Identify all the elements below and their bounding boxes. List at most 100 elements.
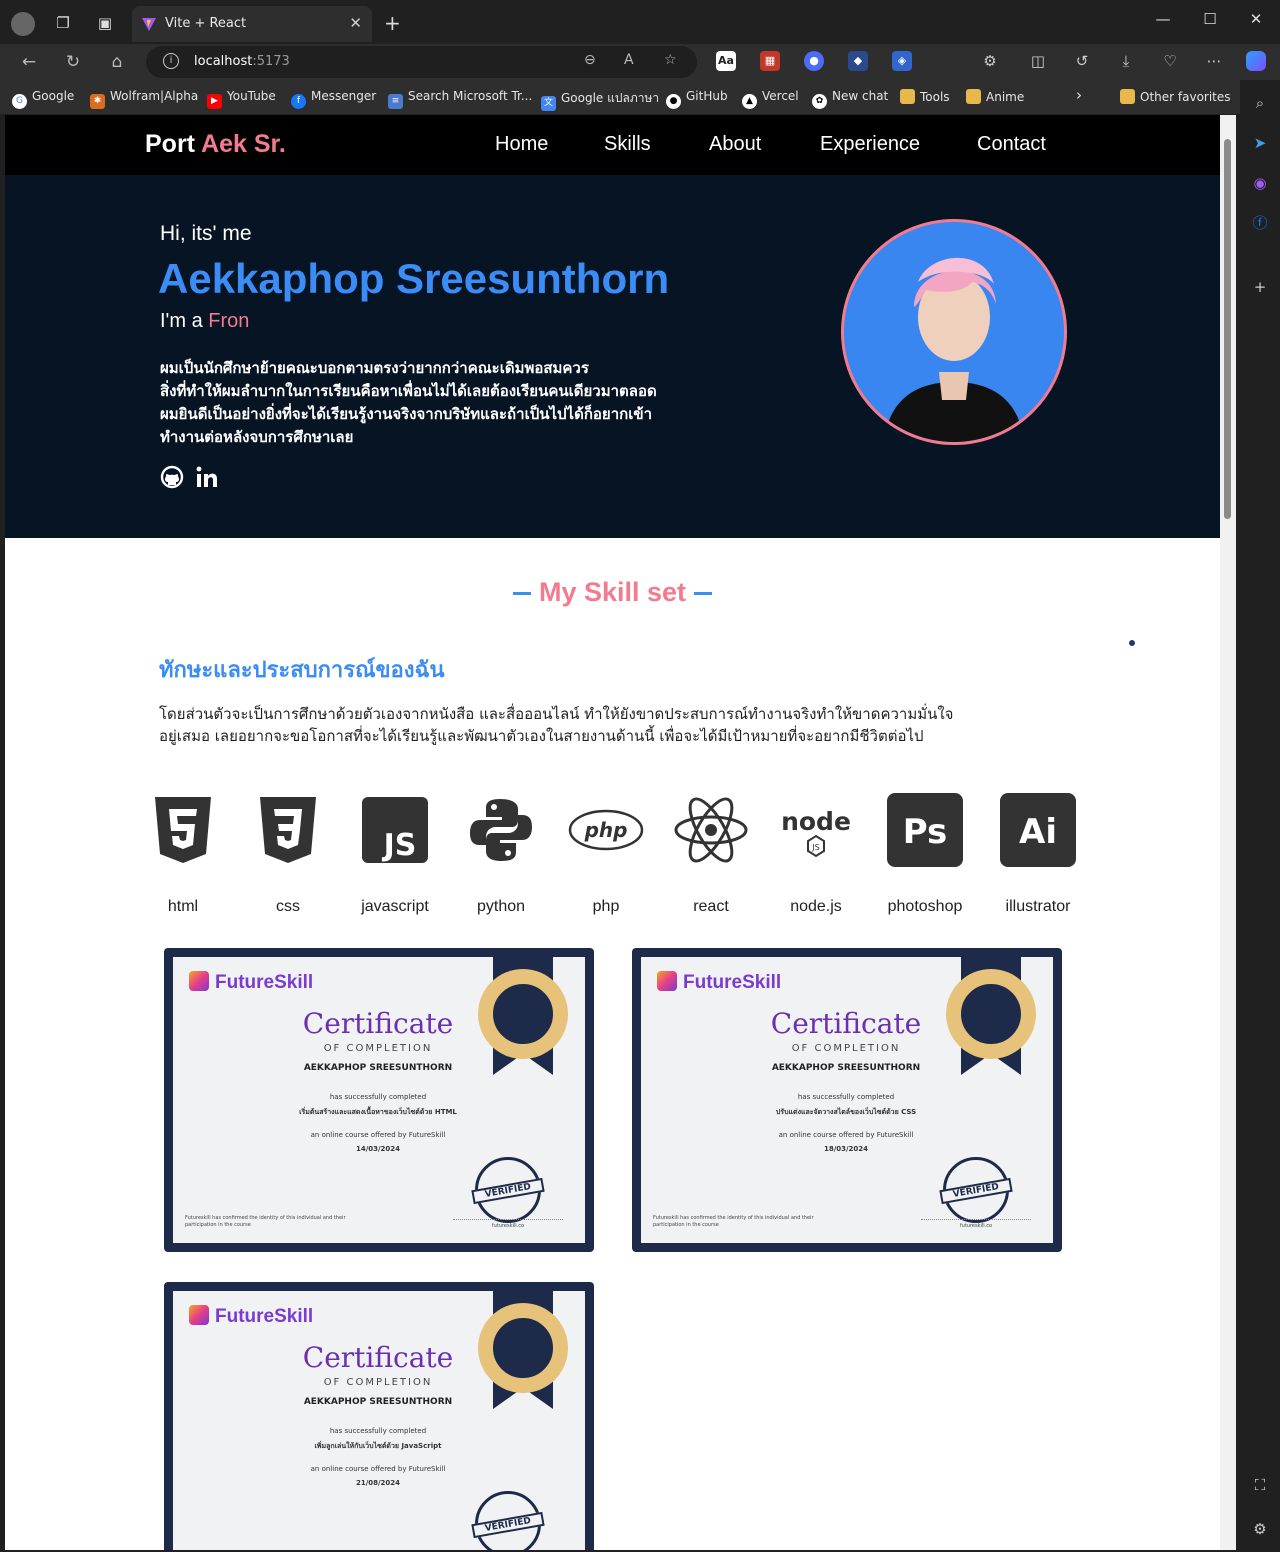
translate-icon: 文 <box>541 96 556 111</box>
browser-window: ❐ ▣ Vite + React ✕ + — ☐ ✕ ← ↻ ⌂ i local… <box>0 0 1280 1552</box>
certificate-card[interactable]: FutureSkill Certificate OF COMPLETION AE… <box>164 1282 594 1550</box>
nav-experience[interactable]: Experience <box>820 133 920 156</box>
bookmark-search-ms[interactable]: ≡ Search Microsoft Tr... <box>388 89 532 109</box>
messenger-icon[interactable]: ◉ <box>1249 172 1271 194</box>
extensions-icon[interactable]: ⚙ <box>980 51 1000 71</box>
skills-heading: ทักษะและประสบการณ์ของฉัน <box>159 658 445 683</box>
screenshot-icon[interactable]: ⛶ <box>1249 1474 1271 1496</box>
tab-active[interactable]: Vite + React ✕ <box>132 6 372 42</box>
address-bar[interactable]: i localhost:5173 ⊖ A ☆ <box>146 46 697 78</box>
copilot-icon[interactable] <box>1246 51 1266 71</box>
bookmark-youtube[interactable]: ▶ YouTube <box>207 89 276 109</box>
workspaces-icon[interactable]: ❐ <box>52 12 74 34</box>
vite-icon <box>142 18 156 31</box>
close-tab-icon[interactable]: ✕ <box>349 14 362 32</box>
downloads-icon[interactable]: ⤓ <box>1116 51 1136 71</box>
url-text[interactable]: localhost:5173 <box>194 54 290 69</box>
bookmark-other-favorites[interactable]: Other favorites <box>1120 89 1231 104</box>
verified-stamp: VERIFIED <box>471 1157 545 1223</box>
search-extension-icon[interactable]: ● <box>804 51 824 71</box>
split-screen-icon[interactable]: ◫ <box>1028 51 1048 71</box>
back-icon[interactable]: ← <box>18 51 40 73</box>
bookmark-folder-anime[interactable]: Anime <box>966 89 1024 104</box>
skill-illustrator: Ai illustrator <box>988 792 1088 916</box>
python-icon <box>470 799 532 861</box>
skills-description: โดยส่วนตัวจะเป็นการศึกษาด้วยตัวเองจากหนั… <box>159 705 954 745</box>
dictionary-extension-icon[interactable]: Aa <box>716 51 736 71</box>
svg-text:JS: JS <box>382 828 417 863</box>
svg-text:JS: JS <box>811 843 819 852</box>
certificate-card[interactable]: FutureSkill Certificate OF COMPLETION AE… <box>632 948 1062 1252</box>
bookmark-folder-tools[interactable]: Tools <box>900 89 950 104</box>
vercel-icon: ▲ <box>742 94 757 109</box>
search-doc-icon: ≡ <box>388 94 403 109</box>
page-viewport: Port Aek Sr. Home Skills About Experienc… <box>5 115 1220 1550</box>
facebook-icon[interactable]: ⓕ <box>1249 212 1271 234</box>
translate-extension-icon[interactable]: ◈ <box>892 51 912 71</box>
read-aloud-icon[interactable]: A <box>624 52 634 68</box>
nav-about[interactable]: About <box>709 133 761 156</box>
certificate-paper: FutureSkill Certificate OF COMPLETION AE… <box>173 957 585 1243</box>
scrollbar-thumb[interactable] <box>1224 139 1231 519</box>
title-dash-right <box>694 592 713 596</box>
telegram-icon[interactable]: ➤ <box>1249 132 1271 154</box>
profile-avatar[interactable] <box>11 12 35 36</box>
bookmarks-overflow-icon[interactable]: › <box>1076 86 1082 104</box>
tab-actions-icon[interactable]: ▣ <box>94 12 116 34</box>
favorite-star-icon[interactable]: ☆ <box>664 52 677 68</box>
nodejs-icon: node JS <box>781 807 851 858</box>
new-tab-icon[interactable]: + <box>384 11 401 35</box>
certificate-paper: FutureSkill Certificate OF COMPLETION AE… <box>641 957 1053 1243</box>
home-icon[interactable]: ⌂ <box>106 51 128 73</box>
skill-react: react <box>661 792 761 916</box>
html5-icon <box>155 797 211 863</box>
history-icon[interactable]: ↺ <box>1072 51 1092 71</box>
react-icon <box>674 797 748 863</box>
zoom-icon[interactable]: ⊖ <box>584 52 596 68</box>
refresh-icon[interactable]: ↻ <box>62 51 84 73</box>
extension-icon[interactable]: ◆ <box>848 51 868 71</box>
wolfram-icon: ✱ <box>90 94 105 109</box>
nav-home[interactable]: Home <box>495 133 548 156</box>
toolbar: ← ↻ ⌂ i localhost:5173 ⊖ A ☆ Aa ▦ ● ◆ ◈ … <box>0 44 1280 80</box>
bookmark-messenger[interactable]: f Messenger <box>291 89 376 109</box>
nav-skills[interactable]: Skills <box>604 133 651 156</box>
nav-contact[interactable]: Contact <box>977 133 1046 156</box>
google-icon: G <box>12 94 27 109</box>
performance-icon[interactable]: ♡ <box>1160 51 1180 71</box>
github-icon[interactable] <box>160 465 184 489</box>
bookmark-google[interactable]: G Google <box>12 89 74 109</box>
more-menu-icon[interactable]: ⋯ <box>1204 51 1224 71</box>
person-illustration <box>884 257 1024 442</box>
bookmark-wolfram[interactable]: ✱ Wolfram|Alpha <box>90 89 198 109</box>
bookmark-github[interactable]: ● GitHub <box>666 89 728 109</box>
bookmark-translate[interactable]: 文 Google แปลภาษา <box>541 89 659 111</box>
site-info-icon[interactable]: i <box>163 53 179 69</box>
hero-greeting: Hi, its' me <box>160 222 252 245</box>
calendar-extension-icon[interactable]: ▦ <box>760 51 780 71</box>
search-icon[interactable]: ⌕ <box>1249 92 1271 114</box>
hero-role: I'm a Fron <box>160 310 250 332</box>
folder-icon <box>900 89 915 104</box>
bookmarks-bar: G Google ✱ Wolfram|Alpha ▶ YouTube f Messeng… <box>0 80 1240 114</box>
certificate-card[interactable]: FutureSkill Certificate OF COMPLETION AE… <box>164 948 594 1252</box>
skill-python: python <box>451 792 551 916</box>
bookmark-new-chat[interactable]: ✿ New chat <box>812 89 888 109</box>
bookmark-vercel[interactable]: ▲ Vercel <box>742 89 799 109</box>
hero-section: Hi, its' me Aekkaphop Sreesunthorn I'm a… <box>5 175 1220 538</box>
skill-php: php php <box>556 792 656 916</box>
settings-icon[interactable]: ⚙ <box>1249 1518 1271 1540</box>
linkedin-icon[interactable] <box>195 465 219 489</box>
maximize-icon[interactable]: ☐ <box>1200 10 1220 28</box>
css3-icon <box>260 797 316 863</box>
site-logo[interactable]: Port Aek Sr. <box>145 130 286 159</box>
skills-section-title: My Skill set <box>5 577 1220 608</box>
title-dash-left <box>512 592 531 596</box>
minimize-icon[interactable]: — <box>1153 10 1173 28</box>
add-icon[interactable]: + <box>1249 276 1271 298</box>
page-scrollbar[interactable] <box>1220 115 1236 1550</box>
site-navbar: Port Aek Sr. Home Skills About Experienc… <box>5 115 1220 175</box>
illustrator-icon: Ai <box>1000 793 1076 867</box>
verified-stamp: VERIFIED <box>939 1157 1013 1223</box>
close-window-icon[interactable]: ✕ <box>1246 10 1266 28</box>
